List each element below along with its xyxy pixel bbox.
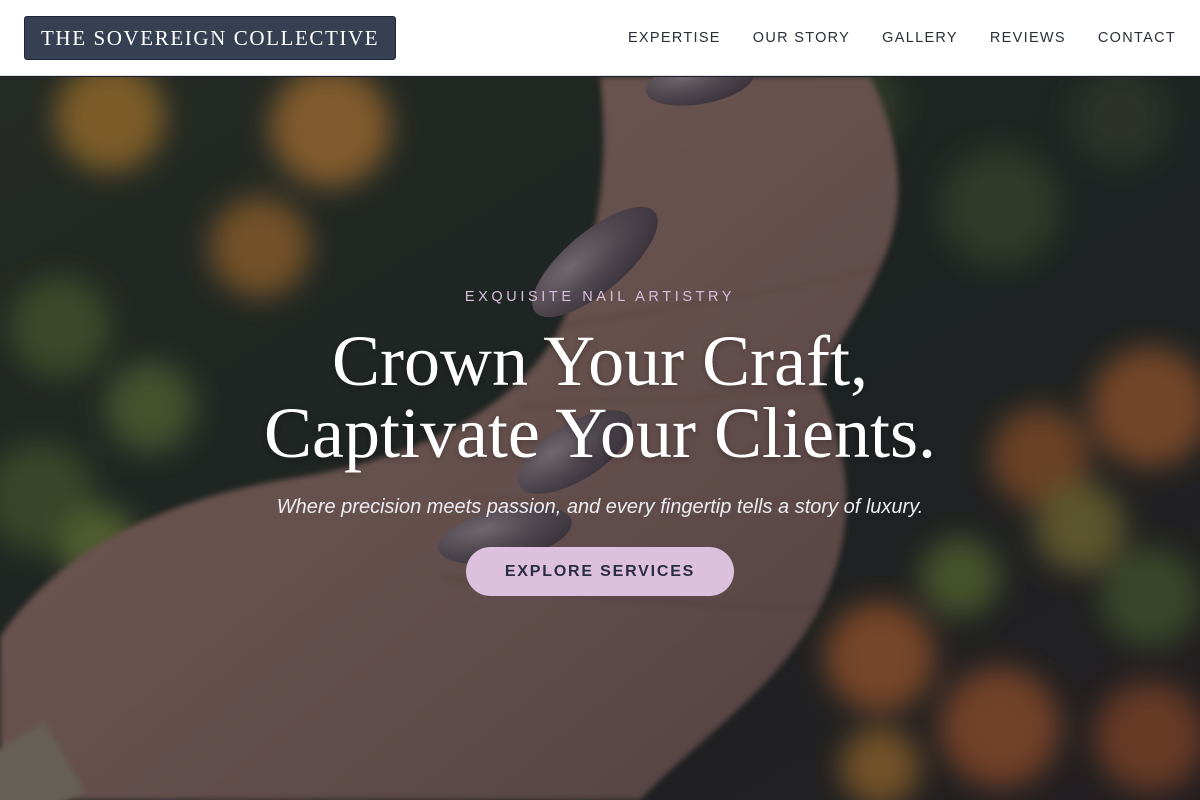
hero-subtitle: Where precision meets passion, and every… (276, 496, 924, 518)
main-nav: EXPERTISE OUR STORY GALLERY REVIEWS CONT… (628, 0, 1176, 76)
nav-link-gallery[interactable]: GALLERY (882, 30, 958, 46)
nav-link-expertise[interactable]: EXPERTISE (628, 30, 721, 46)
hero-headline-line-2: Captivate Your Clients. (263, 393, 936, 473)
hero-eyebrow: EXQUISITE NAIL ARTISTRY (464, 289, 736, 305)
site-header: THE SOVEREIGN COLLECTIVE EXPERTISE OUR S… (0, 0, 1200, 76)
nav-link-contact[interactable]: CONTACT (1098, 30, 1176, 46)
hero-headline: Crown Your Craft, Captivate Your Clients… (0, 325, 1200, 469)
nav-link-our-story[interactable]: OUR STORY (753, 30, 850, 46)
hero-content: EXQUISITE NAIL ARTISTRY Crown Your Craft… (0, 287, 1200, 596)
brand-logo[interactable]: THE SOVEREIGN COLLECTIVE (24, 16, 397, 60)
nav-link-reviews[interactable]: REVIEWS (990, 30, 1066, 46)
explore-services-button[interactable]: EXPLORE SERVICES (466, 547, 734, 596)
hero-section: EXQUISITE NAIL ARTISTRY Crown Your Craft… (0, 77, 1200, 800)
hero-headline-line-1: Crown Your Craft, (331, 321, 869, 401)
